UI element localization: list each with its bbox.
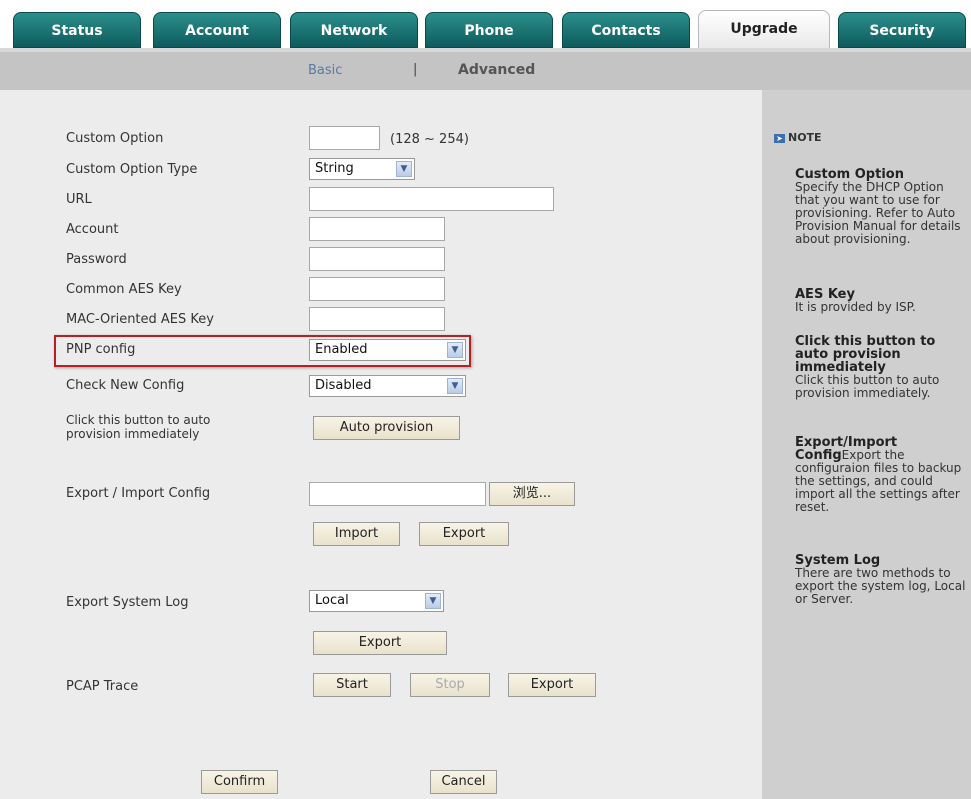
subnav-basic-link[interactable]: Basic	[308, 63, 342, 78]
note-text: There are two methods to export the syst…	[795, 566, 966, 606]
check-new-config-value: Disabled	[315, 378, 372, 393]
note-custom-option: Custom Option Specify the DHCP Option th…	[795, 168, 967, 246]
subnav-separator: |	[413, 62, 418, 77]
sub-navigation: Basic | Advanced	[0, 52, 971, 90]
chevron-down-icon: ▼	[447, 342, 463, 358]
note-header: ➤ NOTE	[774, 131, 822, 144]
url-input[interactable]	[309, 187, 554, 211]
tab-security[interactable]: Security	[838, 12, 966, 48]
note-text: Specify the DHCP Option that you want to…	[795, 180, 961, 246]
subnav-advanced-link[interactable]: Advanced	[458, 62, 535, 78]
account-label: Account	[66, 222, 119, 237]
config-file-input[interactable]	[309, 482, 486, 506]
export-system-log-button[interactable]: Export	[313, 631, 447, 655]
import-button[interactable]: Import	[313, 522, 400, 546]
account-input[interactable]	[309, 217, 445, 241]
note-arrow-icon: ➤	[774, 134, 785, 143]
note-auto-provision: Click this button to auto provision imme…	[795, 335, 967, 400]
pnp-config-label: PNP config	[66, 342, 136, 357]
system-log-select[interactable]: Local ▼	[309, 590, 444, 612]
top-tab-bar: Status Account Network Phone Contacts Up…	[0, 0, 971, 50]
export-config-button[interactable]: Export	[419, 522, 509, 546]
common-aes-key-label: Common AES Key	[66, 282, 182, 297]
password-input[interactable]	[309, 247, 445, 271]
note-aes-key: AES Key It is provided by ISP.	[795, 288, 967, 314]
custom-option-type-value: String	[315, 161, 354, 176]
export-import-config-label: Export / Import Config	[66, 486, 211, 501]
note-header-text: NOTE	[788, 131, 822, 144]
custom-option-type-label: Custom Option Type	[66, 162, 198, 177]
tab-contacts[interactable]: Contacts	[562, 12, 690, 48]
common-aes-key-input[interactable]	[309, 277, 445, 301]
system-log-value: Local	[315, 593, 349, 608]
pnp-config-value: Enabled	[315, 342, 368, 357]
chevron-down-icon: ▼	[396, 161, 412, 177]
auto-provision-button[interactable]: Auto provision	[313, 416, 460, 440]
custom-option-input[interactable]	[309, 126, 380, 150]
pcap-export-button[interactable]: Export	[508, 673, 596, 697]
note-export-import: Export/Import ConfigExport the configura…	[795, 436, 967, 514]
url-label: URL	[66, 192, 92, 207]
tab-account[interactable]: Account	[153, 12, 281, 48]
check-new-config-select[interactable]: Disabled ▼	[309, 375, 466, 397]
mac-aes-key-input[interactable]	[309, 307, 445, 331]
tab-status[interactable]: Status	[13, 12, 141, 48]
tab-network[interactable]: Network	[290, 12, 418, 48]
chevron-down-icon: ▼	[447, 378, 463, 394]
pcap-start-button[interactable]: Start	[313, 673, 391, 697]
browse-button[interactable]: 浏览...	[489, 482, 575, 506]
tab-upgrade[interactable]: Upgrade	[698, 10, 830, 50]
auto-provision-label-line2: provision immediately	[66, 427, 200, 441]
mac-aes-key-label: MAC-Oriented AES Key	[66, 312, 214, 327]
chevron-down-icon: ▼	[425, 593, 441, 609]
tab-phone[interactable]: Phone	[425, 12, 553, 48]
check-new-config-label: Check New Config	[66, 378, 185, 393]
pcap-stop-button[interactable]: Stop	[410, 673, 490, 697]
custom-option-range: (128 ~ 254)	[390, 132, 469, 147]
cancel-button[interactable]: Cancel	[430, 770, 497, 794]
note-system-log: System Log There are two methods to expo…	[795, 554, 967, 606]
note-title: Click this button to auto provision imme…	[795, 334, 936, 375]
password-label: Password	[66, 252, 127, 267]
confirm-button[interactable]: Confirm	[201, 770, 278, 794]
note-text: It is provided by ISP.	[795, 300, 916, 314]
pnp-config-select[interactable]: Enabled ▼	[309, 339, 466, 361]
note-text: Click this button to auto provision imme…	[795, 373, 940, 400]
pcap-trace-label: PCAP Trace	[66, 679, 139, 694]
custom-option-type-select[interactable]: String ▼	[309, 158, 415, 180]
custom-option-label: Custom Option	[66, 131, 164, 146]
export-system-log-label: Export System Log	[66, 595, 189, 610]
